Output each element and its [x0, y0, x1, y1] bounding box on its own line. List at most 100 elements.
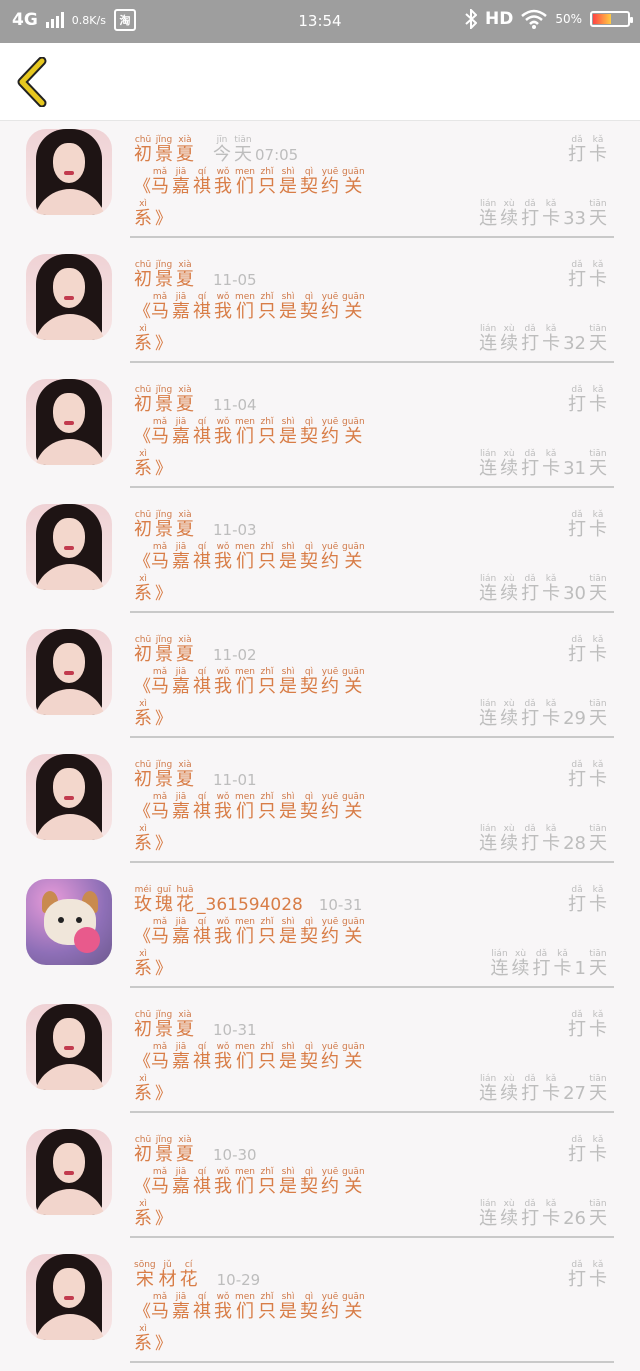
avatar[interactable] — [26, 879, 112, 965]
song-title: shì 是 — [279, 292, 297, 322]
streak-label: kǎ 卡 — [542, 574, 560, 604]
song-title-char: 关 — [344, 1176, 363, 1197]
checkin-button[interactable]: dǎ 打 kǎ 卡 — [568, 1260, 610, 1290]
streak-label: lián 连 — [491, 949, 509, 979]
song-title-char: 我 — [214, 551, 232, 572]
streak-label: xù 续 — [500, 699, 518, 729]
streak-days: 26 — [563, 1208, 586, 1229]
list-item[interactable]: chū 初 jǐng 景 xià 夏 11-02 《 mǎ 马 jiā 嘉 qí 祺 wǒ 我 men 们 zhǐ 只… — [0, 621, 640, 746]
checkin-label-char: 卡 — [589, 769, 607, 790]
song-title-line-2: xì 系》 — [134, 1199, 172, 1229]
checkin-label: dǎ 打 — [568, 635, 586, 665]
list-item[interactable]: chū 初 jǐng 景 xià 夏 11-03 《 mǎ 马 jiā 嘉 qí 祺 wǒ 我 men 们 zhǐ 只… — [0, 496, 640, 621]
song-title-pinyin: qí — [197, 1292, 207, 1302]
avatar[interactable] — [26, 1129, 112, 1215]
song-title-line: 《 mǎ 马 jiā 嘉 qí 祺 wǒ 我 men 们 zhǐ 只 shì 是 qì 契 yuē 约 guān 关 — [134, 667, 368, 697]
song-title: yuē 约 — [321, 917, 339, 947]
streak-days: 27 — [563, 1083, 586, 1104]
username: jǐng 景 — [155, 260, 173, 290]
battery-icon — [590, 11, 633, 27]
username: chū 初 — [134, 1135, 152, 1165]
streak-label: kǎ 卡 — [542, 1199, 560, 1229]
song-title: qì 契 — [300, 792, 318, 822]
avatar[interactable] — [26, 629, 112, 715]
checkin-button[interactable]: dǎ 打 kǎ 卡 — [568, 1135, 610, 1165]
checkin-button[interactable]: dǎ 打 kǎ 卡 — [568, 1010, 610, 1040]
username: méi 玫 — [134, 885, 152, 915]
checkin-label: dǎ 打 — [568, 510, 586, 540]
checkin-button[interactable]: dǎ 打 kǎ 卡 — [568, 635, 610, 665]
avatar[interactable] — [26, 379, 112, 465]
avatar[interactable] — [26, 129, 112, 215]
song-title-char: 契 — [300, 551, 319, 572]
checkin-button[interactable]: dǎ 打 kǎ 卡 — [568, 260, 610, 290]
streak-label-char: 连 — [479, 708, 498, 729]
checkin-button[interactable]: dǎ 打 kǎ 卡 — [568, 510, 610, 540]
checkin-button[interactable]: dǎ 打 kǎ 卡 — [568, 885, 610, 915]
song-title-line: 《 mǎ 马 jiā 嘉 qí 祺 wǒ 我 men 们 zhǐ 只 shì 是 qì 契 yuē 约 guān 关 — [134, 292, 368, 322]
streak-unit-char: 天 — [589, 708, 607, 729]
song-title-char: 嘉 — [172, 801, 190, 822]
list-item[interactable]: chū 初 jǐng 景 xià 夏 11-05 《 mǎ 马 jiā 嘉 qí 祺 wǒ 我 men 们 zhǐ 只… — [0, 246, 640, 371]
back-button[interactable] — [14, 57, 54, 107]
avatar-shape — [53, 1268, 85, 1308]
avatar[interactable] — [26, 1254, 112, 1340]
song-title-char: 系 — [134, 833, 152, 854]
checkin-button[interactable]: dǎ 打 kǎ 卡 — [568, 385, 610, 415]
list-item[interactable]: chū 初 jǐng 景 xià 夏 10-31 《 mǎ 马 jiā 嘉 qí 祺 wǒ 我 men 们 zhǐ 只… — [0, 996, 640, 1121]
avatar[interactable] — [26, 504, 112, 590]
song-title-pinyin: men — [235, 1292, 256, 1302]
song-title-char: 嘉 — [172, 176, 190, 197]
avatar-shape — [74, 927, 100, 953]
avatar[interactable] — [26, 1004, 112, 1090]
bracket-open: 《 — [134, 677, 151, 697]
song-title: xì 系 — [134, 324, 152, 354]
song-title-pinyin: shì — [281, 1292, 295, 1302]
song-title: yuē 约 — [321, 292, 339, 322]
list-item[interactable]: chū 初 jǐng 景 xià 夏 11-01 《 mǎ 马 jiā 嘉 qí 祺 wǒ 我 men 们 zhǐ 只… — [0, 746, 640, 871]
song-title-char: 们 — [236, 1051, 254, 1072]
song-title-char: 是 — [279, 1051, 298, 1072]
list-item[interactable]: chū 初 jǐng 景 xià 夏 jīn 今 tiān 天 07:05 《 mǎ 马 jiā 嘉 qí 祺 wǒ… — [0, 121, 640, 246]
list-item[interactable]: chū 初 jǐng 景 xià 夏 11-04 《 mǎ 马 jiā 嘉 qí 祺 wǒ 我 men 们 zhǐ 只… — [0, 371, 640, 496]
post-date: 10-29 — [217, 1270, 261, 1290]
streak-label: dǎ 打 — [521, 1199, 539, 1229]
song-title: qí 祺 — [193, 1167, 211, 1197]
checkin-button[interactable]: dǎ 打 kǎ 卡 — [568, 135, 610, 165]
streak-label-char: 打 — [521, 458, 540, 479]
song-title: qì 契 — [300, 167, 318, 197]
list-item[interactable]: sōng 宋 jǔ 材 cí 花 10-29 《 mǎ 马 jiā 嘉 qí 祺 wǒ 我 men 们 zhǐ 只 sh… — [0, 1246, 640, 1371]
list-item[interactable]: chū 初 jǐng 景 xià 夏 10-30 《 mǎ 马 jiā 嘉 qí 祺 wǒ 我 men 们 zhǐ 只… — [0, 1121, 640, 1246]
date-value: 10-30 — [213, 1146, 257, 1164]
streak-label-char: 续 — [500, 333, 519, 354]
checkin-label-char: 卡 — [589, 269, 607, 290]
song-title-char: 祺 — [193, 426, 211, 447]
song-title-char: 关 — [344, 301, 363, 322]
checkin-label: kǎ 卡 — [589, 510, 607, 540]
song-title-char: 我 — [214, 176, 232, 197]
song-title-pinyin: mǎ — [152, 1292, 168, 1302]
song-title-line: 《 mǎ 马 jiā 嘉 qí 祺 wǒ 我 men 们 zhǐ 只 shì 是 qì 契 yuē 约 guān 关 — [134, 1292, 368, 1322]
name-line: chū 初 jǐng 景 xià 夏 11-03 — [134, 510, 257, 540]
checkin-label: dǎ 打 — [568, 760, 586, 790]
song-title-char: 嘉 — [172, 551, 190, 572]
song-title-char: 约 — [321, 926, 340, 947]
song-title: mǎ 马 — [151, 1292, 169, 1322]
checkin-label: kǎ 卡 — [589, 1010, 607, 1040]
song-title-line: 《 mǎ 马 jiā 嘉 qí 祺 wǒ 我 men 们 zhǐ 只 shì 是 qì 契 yuē 约 guān 关 — [134, 417, 368, 447]
username-char: 花 — [176, 894, 194, 915]
username-char: 夏 — [176, 644, 194, 665]
song-title: yuē 约 — [321, 792, 339, 822]
checkin-button[interactable]: dǎ 打 kǎ 卡 — [568, 760, 610, 790]
song-title: mǎ 马 — [151, 667, 169, 697]
avatar[interactable] — [26, 254, 112, 340]
song-title: yuē 约 — [321, 417, 339, 447]
username-char: 夏 — [176, 1144, 194, 1165]
list-item[interactable]: méi 玫 guī 瑰 huā 花 _361594028 10-31 《 mǎ 马 jiā 嘉 qí 祺 wǒ… — [0, 871, 640, 996]
name-line: chū 初 jǐng 景 xià 夏 11-01 — [134, 760, 257, 790]
song-title: jiā 嘉 — [172, 167, 190, 197]
song-title: yuē 约 — [321, 667, 339, 697]
avatar[interactable] — [26, 754, 112, 840]
streak-label-char: 连 — [479, 208, 498, 229]
song-title-pinyin: yuē — [321, 1292, 339, 1302]
